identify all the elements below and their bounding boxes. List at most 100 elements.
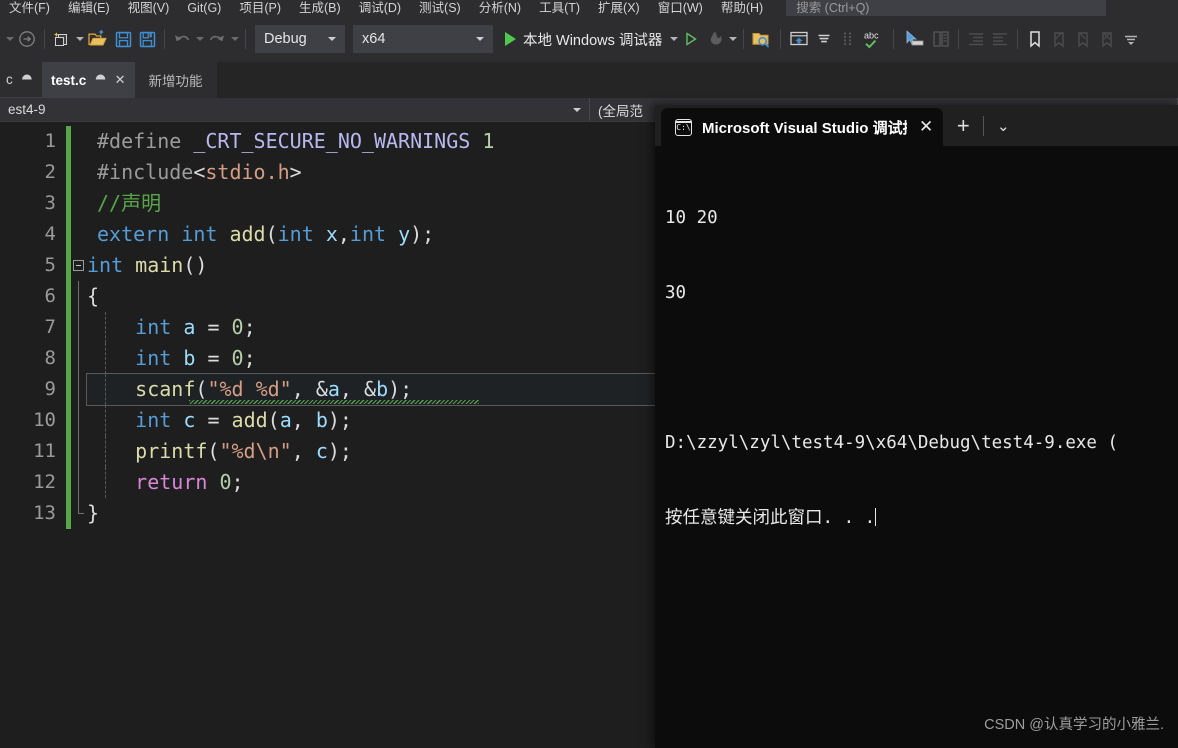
redo-caret[interactable]: [229, 25, 240, 53]
new-item-icon[interactable]: [50, 25, 74, 53]
glyph-margin[interactable]: [71, 219, 87, 250]
glyph-margin[interactable]: [71, 436, 87, 467]
toolbar-overflow-icon[interactable]: [1119, 25, 1143, 53]
solution-platform-value: x64: [362, 31, 386, 47]
brace-guide: [78, 498, 79, 514]
open-file-icon[interactable]: [85, 25, 111, 53]
glyph-margin[interactable]: [71, 126, 87, 157]
next-bookmark-icon[interactable]: [1071, 25, 1095, 53]
menu-item-tools[interactable]: 工具(T): [530, 0, 589, 16]
menu-item-build[interactable]: 生成(B): [290, 0, 350, 16]
tool-window-tab[interactable]: c ⯊: [0, 62, 43, 98]
glyph-margin[interactable]: [71, 374, 87, 405]
line-number: 8: [44, 347, 56, 369]
pointer-select-icon[interactable]: [899, 25, 929, 53]
toolbar-separator-8: [1017, 29, 1019, 49]
indent-guide: [105, 436, 106, 467]
console-tab[interactable]: C:\ Microsoft Visual Studio 调试控 ✕: [661, 108, 944, 146]
glyph-margin[interactable]: [71, 343, 87, 374]
menu-item-debug[interactable]: 调试(D): [350, 0, 410, 16]
brace-guide-foot: [78, 513, 84, 514]
save-icon[interactable]: [111, 25, 135, 53]
redo-icon[interactable]: [205, 25, 229, 53]
close-icon[interactable]: ✕: [919, 117, 933, 137]
glyph-margin[interactable]: [71, 312, 87, 343]
glyph-margin[interactable]: [71, 467, 87, 498]
menu-item-extensions[interactable]: 扩展(X): [589, 0, 649, 16]
save-all-icon[interactable]: [135, 25, 159, 53]
menu-item-git[interactable]: Git(G): [178, 0, 230, 16]
outdent-icon[interactable]: [988, 25, 1012, 53]
line-number: 9: [44, 378, 56, 400]
glyph-margin[interactable]: [71, 250, 87, 281]
spell-check-icon[interactable]: abc: [860, 25, 888, 53]
tab-new-features[interactable]: 新增功能: [134, 62, 217, 98]
solution-explorer-icon[interactable]: [786, 25, 812, 53]
new-tab-button[interactable]: +: [943, 105, 983, 146]
start-without-debugging-icon[interactable]: [679, 25, 703, 53]
chevron-down-icon[interactable]: ⌄: [984, 105, 1022, 146]
line-number: 10: [33, 409, 56, 431]
solution-configuration-dropdown[interactable]: Debug: [255, 25, 345, 53]
menu-item-help[interactable]: 帮助(H): [712, 0, 772, 16]
start-debugging-caret[interactable]: [668, 25, 679, 53]
find-in-files-icon[interactable]: [749, 25, 775, 53]
collapse-all-icon[interactable]: [812, 25, 836, 53]
tab-strip-empty-area: [216, 62, 1178, 98]
previous-bookmark-icon[interactable]: [1047, 25, 1071, 53]
hot-reload-icon[interactable]: [703, 25, 727, 53]
tab-new-features-label: 新增功能: [148, 74, 203, 89]
line-number: 1: [44, 130, 56, 152]
menu-item-edit[interactable]: 编辑(E): [59, 0, 119, 16]
brace-guide: [78, 436, 79, 467]
console-output-line: 30: [665, 283, 687, 303]
console-title-bar: C:\ Microsoft Visual Studio 调试控 ✕ + ⌄: [655, 105, 1178, 146]
undo-icon[interactable]: [170, 25, 194, 53]
properties-window-icon[interactable]: [836, 25, 860, 53]
clear-bookmarks-icon[interactable]: [1095, 25, 1119, 53]
glyph-margin[interactable]: [71, 281, 87, 312]
start-debugging-button[interactable]: 本地 Windows 调试器: [497, 25, 668, 53]
glyph-margin[interactable]: [71, 157, 87, 188]
menu-item-analyze[interactable]: 分析(N): [470, 0, 530, 16]
navigate-backward-caret[interactable]: [4, 25, 15, 53]
line-number: 5: [44, 254, 56, 276]
bookmark-icon[interactable]: [1023, 25, 1047, 53]
pin-icon[interactable]: ⯊: [22, 72, 32, 88]
indent-icon[interactable]: [964, 25, 988, 53]
solution-platform-dropdown[interactable]: x64: [353, 25, 493, 53]
navigate-forward-icon[interactable]: [15, 25, 39, 53]
close-icon[interactable]: ✕: [115, 72, 126, 88]
code-text: {: [87, 284, 100, 308]
glyph-margin[interactable]: [71, 405, 87, 436]
menu-item-test[interactable]: 测试(S): [410, 0, 470, 16]
code-text: //声明: [97, 191, 162, 215]
menu-item-window[interactable]: 窗口(W): [649, 0, 712, 16]
tab-test-c[interactable]: test.c ⯊ ✕: [42, 62, 135, 98]
menu-item-view[interactable]: 视图(V): [119, 0, 179, 16]
glyph-margin[interactable]: [71, 498, 87, 529]
menu-item-file[interactable]: 文件(F): [0, 0, 59, 16]
new-item-caret[interactable]: [74, 25, 85, 53]
warning-squiggle: [189, 400, 479, 404]
glyph-margin[interactable]: [71, 188, 87, 219]
console-output[interactable]: 10 20 30 D:\zzyl\zyl\test4-9\x64\Debug\t…: [655, 146, 1178, 748]
line-number: 3: [44, 192, 56, 214]
quick-search-input[interactable]: 搜索 (Ctrl+Q): [786, 0, 1107, 16]
collapse-region-icon[interactable]: [73, 260, 84, 271]
hot-reload-caret[interactable]: [727, 25, 738, 53]
chevron-down-icon: [563, 108, 581, 112]
solution-configuration-value: Debug: [264, 31, 307, 47]
brace-guide: [78, 312, 79, 343]
debug-console-window[interactable]: C:\ Microsoft Visual Studio 调试控 ✕ + ⌄ 10…: [655, 105, 1178, 748]
terminal-icon: C:\: [675, 118, 692, 136]
line-number: 13: [33, 502, 56, 524]
undo-caret[interactable]: [194, 25, 205, 53]
pin-icon[interactable]: ⯊: [95, 72, 105, 88]
indent-guide: [105, 312, 106, 343]
project-scope-dropdown[interactable]: est4-9: [0, 98, 590, 121]
compare-files-icon[interactable]: [929, 25, 953, 53]
brace-guide: [78, 281, 79, 312]
menu-item-project[interactable]: 项目(P): [230, 0, 290, 16]
console-tab-title: Microsoft Visual Studio 调试控: [702, 119, 907, 137]
